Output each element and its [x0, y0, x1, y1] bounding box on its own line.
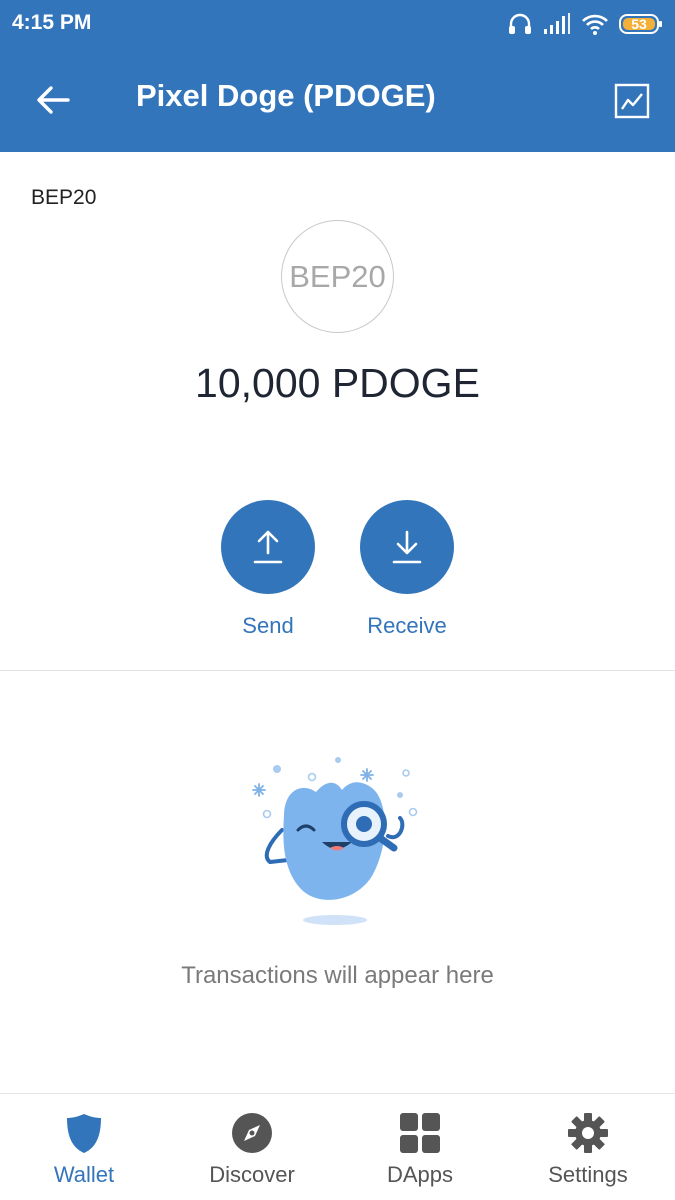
nav-item-settings[interactable]: Settings [504, 1094, 672, 1200]
receive-label: Receive [367, 613, 447, 638]
nav-item-discover[interactable]: Discover [168, 1094, 336, 1200]
token-logo-text: BEP20 [289, 258, 386, 294]
price-chart-icon [614, 83, 650, 119]
status-icons: 53 [507, 10, 663, 38]
bottom-nav: Wallet Discover DApps Settings [0, 1093, 675, 1200]
token-logo: BEP20 [281, 220, 394, 333]
signal-icon [544, 13, 570, 34]
send-label: Send [242, 613, 294, 638]
arrow-left-icon [37, 86, 70, 114]
headphones-icon [509, 13, 531, 34]
send-circle[interactable] [221, 500, 315, 594]
compass-icon [231, 1112, 273, 1154]
back-button[interactable] [26, 76, 80, 124]
app-bar: Pixel Doge (PDOGE) [0, 48, 675, 152]
empty-state-text: Transactions will appear here [181, 962, 494, 989]
arrow-up-icon [253, 530, 283, 564]
status-bar: 4:15 PM 53 [0, 0, 675, 48]
receive-button[interactable]: Receive [347, 500, 467, 639]
status-time: 4:15 PM [12, 11, 92, 34]
send-button[interactable]: Send [208, 500, 328, 639]
nav-label-settings: Settings [548, 1162, 628, 1187]
nav-item-wallet[interactable]: Wallet [0, 1094, 168, 1200]
page-title: Pixel Doge (PDOGE) [136, 78, 436, 113]
arrow-down-icon [392, 530, 422, 564]
grid-icon [399, 1112, 441, 1154]
battery-icon: 53 [619, 13, 663, 35]
shield-icon [63, 1112, 105, 1154]
gear-icon [567, 1112, 609, 1154]
nav-item-dapps[interactable]: DApps [336, 1094, 504, 1200]
nav-label-wallet: Wallet [53, 1162, 115, 1187]
price-chart-button[interactable] [609, 78, 655, 124]
empty-state-illustration [252, 757, 418, 925]
battery-level: 53 [631, 16, 647, 32]
nav-label-dapps: DApps [386, 1162, 454, 1187]
section-divider [0, 670, 675, 671]
token-balance: 10,000 PDOGE [195, 360, 480, 406]
wifi-icon [582, 14, 608, 35]
top-bar: 4:15 PM 53 Pixel Doge (PDOGE) [0, 0, 675, 152]
nav-label-discover: Discover [209, 1162, 295, 1187]
network-label: BEP20 [31, 186, 97, 209]
receive-circle[interactable] [360, 500, 454, 594]
